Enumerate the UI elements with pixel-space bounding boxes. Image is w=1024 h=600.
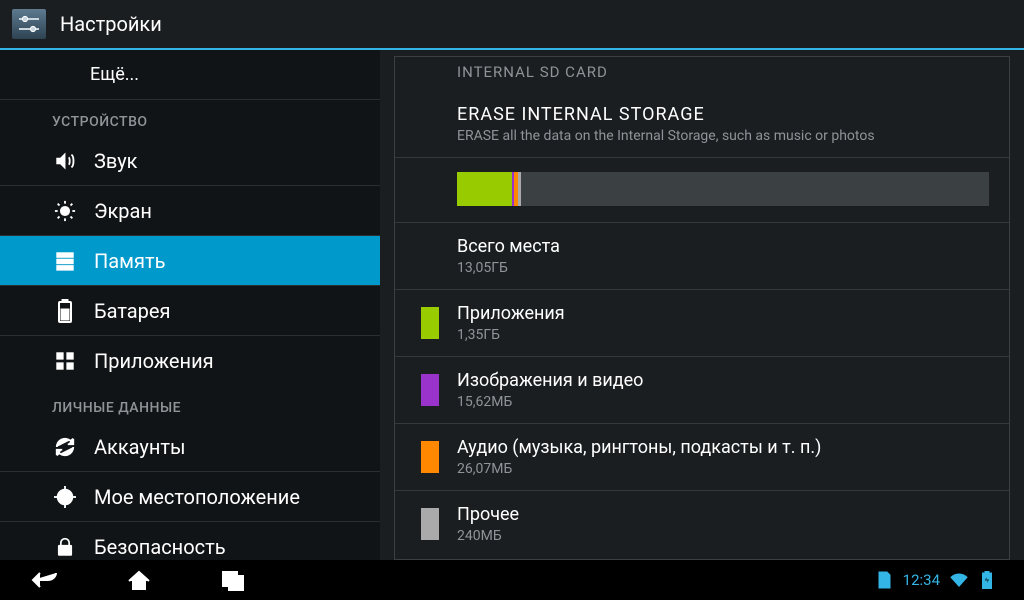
page-title: Настройки [60,12,162,36]
clock: 12:34 [903,571,940,589]
battery-icon [52,298,78,324]
row-subtitle: ERASE all the data on the Internal Stora… [457,127,989,145]
swatch-other [421,508,439,540]
sidebar-more-label: Ещё... [90,64,139,85]
row-other[interactable]: Прочее 240МБ [395,491,1009,557]
sidebar-item-label: Батарея [94,299,170,323]
recents-button[interactable] [216,566,250,594]
swatch-pictures [421,374,439,406]
row-title: Изображения и видео [457,369,643,393]
sidebar-item-storage[interactable]: Память [0,236,380,286]
sidebar-item-label: Звук [94,149,137,173]
row-subtitle: 240МБ [457,527,519,545]
sidebar-item-label: Память [94,249,165,273]
screen: Настройки Ещё... УСТРОЙСТВО Звук [0,0,1024,600]
bar-segment [518,172,521,206]
home-button[interactable] [122,566,156,594]
sidebar-item-battery[interactable]: Батарея [0,286,380,336]
swatch-audio [421,441,439,473]
brightness-icon [52,198,78,224]
sidebar-item-label: Аккаунты [94,435,186,459]
apps-icon [52,348,78,374]
sidebar-item-label: Экран [94,199,152,223]
body: Ещё... УСТРОЙСТВО Звук Экран [0,50,1024,560]
row-title: Прочее [457,503,519,527]
sidebar-item-display[interactable]: Экран [0,186,380,236]
sidebar-list: Ещё... УСТРОЙСТВО Звук Экран [0,50,380,560]
swatch-apps [421,307,439,339]
row-total-space[interactable]: Всего места 13,05ГБ [395,223,1009,290]
sidebar-item-apps[interactable]: Приложения [0,336,380,386]
row-subtitle: 26,07МБ [457,460,821,478]
sd-card-icon [875,571,893,589]
sidebar-item-label: Безопасность [94,535,226,559]
sidebar-item-accounts[interactable]: Аккаунты [0,422,380,472]
nav-keys [28,566,250,594]
row-title: Всего места [457,235,989,259]
row-erase-internal-storage[interactable]: ERASE INTERNAL STORAGE ERASE all the dat… [395,91,1009,158]
status-area[interactable]: 12:34 [875,571,996,589]
sync-icon [52,434,78,460]
volume-icon [52,148,78,174]
bar-segment [457,172,512,206]
section-header-internal-sd: INTERNAL SD CARD [395,63,1009,91]
row-title: Приложения [457,302,565,326]
row-subtitle: 1,35ГБ [457,326,565,344]
location-icon [52,484,78,510]
sidebar-item-security[interactable]: Безопасность [0,522,380,560]
detail-panel: INTERNAL SD CARD ERASE INTERNAL STORAGE … [394,56,1010,560]
sidebar-header-personal: ЛИЧНЫЕ ДАННЫЕ [0,386,380,422]
sidebar: Ещё... УСТРОЙСТВО Звук Экран [0,50,380,560]
action-bar: Настройки [0,0,1024,50]
row-pictures-video[interactable]: Изображения и видео 15,62МБ [395,357,1009,424]
sidebar-header-device: УСТРОЙСТВО [0,100,380,136]
lock-icon [52,534,78,560]
content-column: INTERNAL SD CARD ERASE INTERNAL STORAGE … [380,50,1024,560]
system-navbar: 12:34 [0,560,1024,600]
row-subtitle: 15,62МБ [457,393,643,411]
sidebar-item-location[interactable]: Мое местоположение [0,472,380,522]
row-title: ERASE INTERNAL STORAGE [457,103,989,127]
sidebar-item-label: Мое местоположение [94,485,300,509]
wifi-icon [950,571,968,589]
storage-usage-bar-row [395,158,1009,223]
sidebar-item-label: Приложения [94,349,214,373]
sidebar-item-sound[interactable]: Звук [0,136,380,186]
storage-usage-bar [457,172,989,206]
row-apps[interactable]: Приложения 1,35ГБ [395,290,1009,357]
storage-icon [52,248,78,274]
row-subtitle: 13,05ГБ [457,259,989,277]
sidebar-more[interactable]: Ещё... [0,50,380,100]
back-button[interactable] [28,566,62,594]
battery-charging-icon [978,571,996,589]
row-audio[interactable]: Аудио (музыка, рингтоны, подкасты и т. п… [395,424,1009,491]
row-title: Аудио (музыка, рингтоны, подкасты и т. п… [457,436,821,460]
settings-icon [12,9,46,39]
